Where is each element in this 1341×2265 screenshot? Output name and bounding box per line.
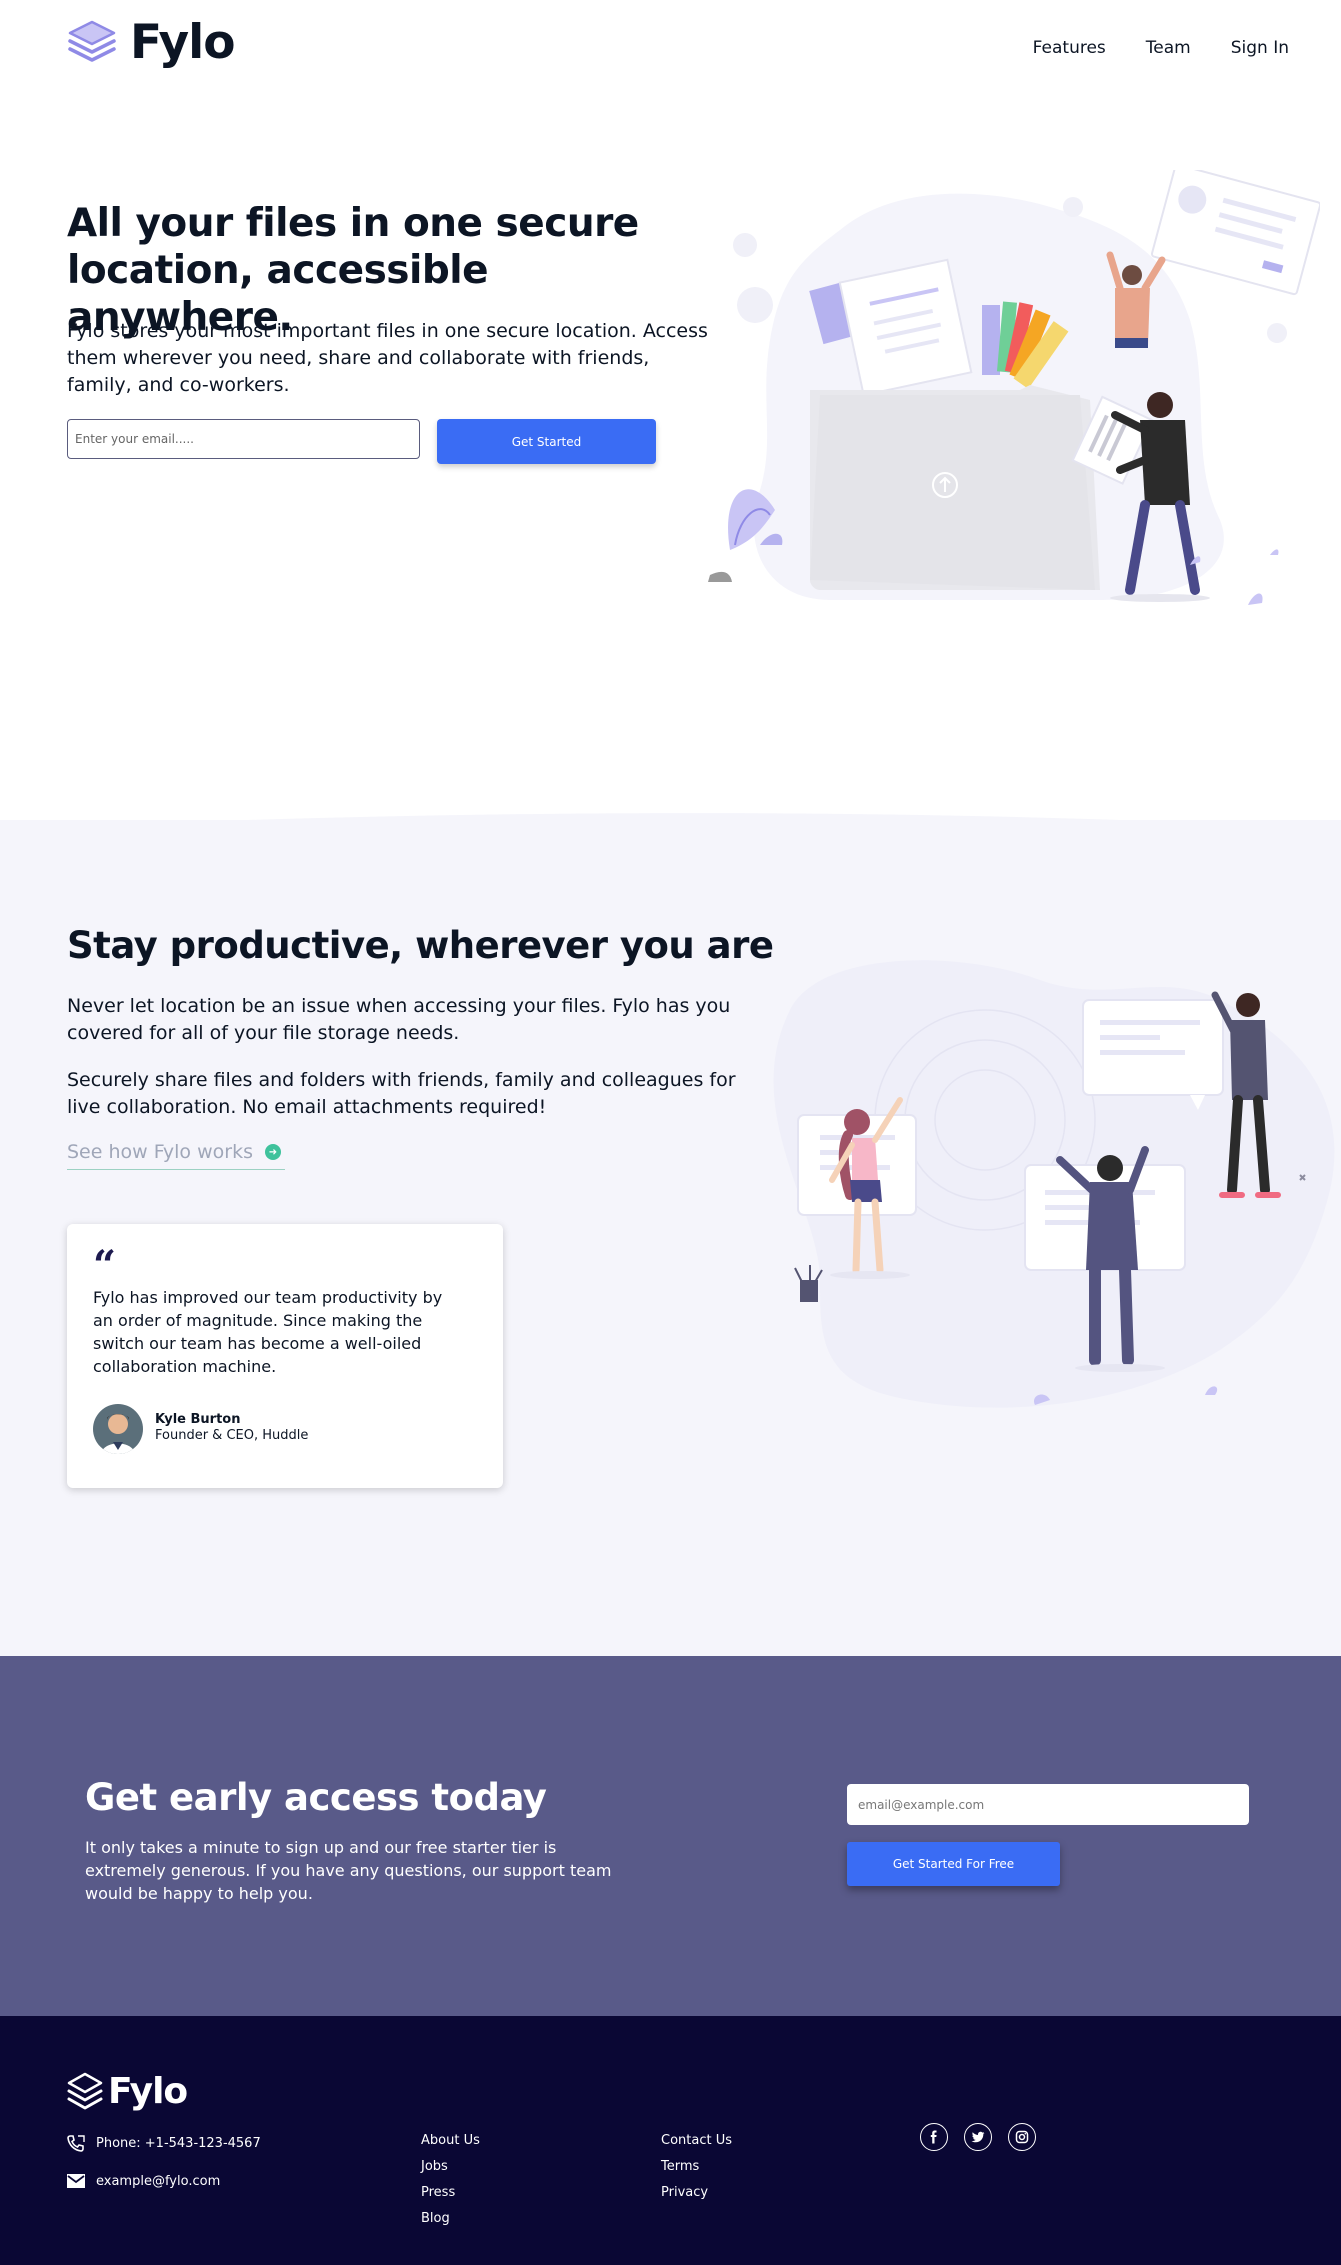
layers-logo-icon: [68, 20, 116, 62]
instagram-icon: [1015, 2130, 1029, 2144]
footer-brand-name: Fylo: [108, 2071, 188, 2112]
get-started-free-button[interactable]: Get Started For Free: [847, 1842, 1060, 1886]
nav-features[interactable]: Features: [1033, 38, 1106, 58]
footer-link-about-us[interactable]: About Us: [421, 2132, 480, 2149]
hero-email-input[interactable]: [67, 419, 420, 459]
quote-icon: “: [93, 1242, 117, 1289]
see-how-link[interactable]: See how Fylo works ➜: [67, 1141, 285, 1170]
footer-logo[interactable]: Fylo: [66, 2071, 188, 2113]
productive-title: Stay productive, wherever you are: [67, 924, 774, 967]
testimonial-quote: Fylo has improved our team productivity …: [93, 1288, 443, 1376]
footer-link-terms[interactable]: Terms: [661, 2158, 732, 2175]
brand-name: Fylo: [130, 14, 236, 70]
social-links: [920, 2123, 1036, 2151]
hero-description: Fylo stores your most important files in…: [67, 320, 708, 396]
twitter-icon: [971, 2131, 985, 2143]
see-how-link-label: See how Fylo works: [67, 1141, 253, 1163]
footer-link-privacy[interactable]: Privacy: [661, 2184, 732, 2201]
testimonial-role: Founder & CEO, Huddle: [155, 1428, 309, 1443]
avatar: [93, 1404, 143, 1454]
hero-illustration: [708, 170, 1320, 605]
footer-link-contact-us[interactable]: Contact Us: [661, 2132, 732, 2149]
arrow-right-icon: ➜: [264, 1144, 281, 1160]
productive-paragraph-2: Securely share files and folders with fr…: [67, 1069, 736, 1118]
testimonial-card: “ Fylo has improved our team productivit…: [67, 1224, 503, 1488]
get-started-button[interactable]: Get Started: [437, 419, 656, 464]
footer-links-column-1: About Us Jobs Press Blog: [421, 2132, 480, 2227]
facebook-icon: [930, 2130, 937, 2144]
site-header: Fylo Features Team Sign In: [0, 0, 1341, 100]
footer-link-blog[interactable]: Blog: [421, 2210, 480, 2227]
layers-logo-icon: [67, 2072, 103, 2110]
nav-sign-in[interactable]: Sign In: [1231, 38, 1289, 58]
early-access-description: It only takes a minute to sign up and ou…: [85, 1838, 612, 1903]
footer-link-jobs[interactable]: Jobs: [421, 2158, 480, 2175]
twitter-link[interactable]: [964, 2123, 992, 2151]
early-access-email-input[interactable]: [847, 1784, 1249, 1825]
main-nav: Features Team Sign In: [1033, 38, 1289, 58]
footer-phone: Phone: +1-543-123-4567: [66, 2134, 261, 2152]
testimonial-name: Kyle Burton: [155, 1412, 241, 1427]
footer-email-text: example@fylo.com: [96, 2173, 221, 2189]
phone-icon: [67, 2135, 85, 2152]
brand-logo[interactable]: Fylo: [66, 14, 236, 70]
early-access-section: Get early access today It only takes a m…: [0, 1656, 1341, 2016]
mail-icon: [67, 2174, 85, 2188]
footer-link-press[interactable]: Press: [421, 2184, 480, 2201]
facebook-link[interactable]: [920, 2123, 948, 2151]
section-curve: [0, 813, 1341, 850]
site-footer: Fylo Phone: +1-543-123-4567 example@fylo…: [0, 2016, 1341, 2265]
productive-illustration: [773, 960, 1335, 1408]
productive-paragraph-1: Never let location be an issue when acce…: [67, 995, 731, 1044]
footer-phone-text: Phone: +1-543-123-4567: [96, 2135, 261, 2151]
footer-email: example@fylo.com: [66, 2172, 220, 2190]
nav-team[interactable]: Team: [1146, 38, 1191, 58]
footer-links-column-2: Contact Us Terms Privacy: [661, 2132, 732, 2201]
early-access-title: Get early access today: [85, 1776, 547, 1819]
instagram-link[interactable]: [1008, 2123, 1036, 2151]
